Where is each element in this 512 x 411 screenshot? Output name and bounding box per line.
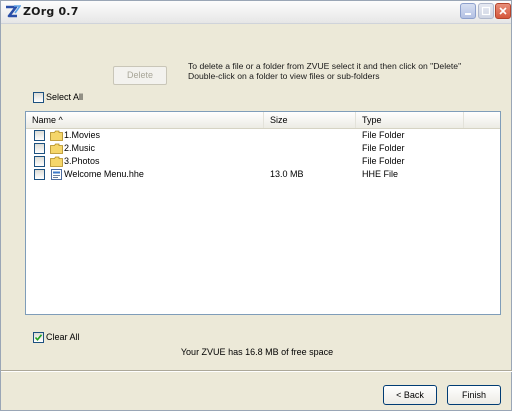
instructions-text: To delete a file or a folder from ZVUE s… xyxy=(188,61,498,81)
row-name: 3.Photos xyxy=(64,156,100,166)
close-button[interactable] xyxy=(495,3,511,19)
row-checkbox[interactable] xyxy=(34,169,45,180)
clear-all-label: Clear All xyxy=(46,332,80,342)
minimize-button[interactable] xyxy=(460,3,476,19)
row-type: File Folder xyxy=(362,143,405,153)
window-title: ZOrg 0.7 xyxy=(23,5,79,18)
row-checkbox[interactable] xyxy=(34,156,45,167)
free-space-status: Your ZVUE has 16.8 MB of free space xyxy=(180,347,334,357)
column-header-name[interactable]: Name ^ xyxy=(26,112,264,128)
row-name: 1.Movies xyxy=(64,130,101,140)
folder-icon xyxy=(50,130,63,141)
folder-icon xyxy=(50,156,63,167)
footer-divider xyxy=(1,370,512,372)
maximize-button[interactable] xyxy=(478,3,494,19)
select-all-label: Select All xyxy=(46,92,84,102)
column-header-size[interactable]: Size xyxy=(264,112,356,128)
select-all-checkbox[interactable] xyxy=(33,92,44,103)
row-checkbox[interactable] xyxy=(34,130,45,141)
folder-icon xyxy=(50,143,63,154)
hhe-file-icon xyxy=(50,169,63,180)
checkmark-icon xyxy=(34,334,43,342)
row-name: Welcome Menu.hhe xyxy=(64,169,144,179)
instructions-line-1: To delete a file or a folder from ZVUE s… xyxy=(188,61,462,71)
list-header: Name ^ Size Type xyxy=(26,112,500,129)
instructions-line-2: Double-click on a folder to view files o… xyxy=(188,71,380,81)
finish-button[interactable]: Finish xyxy=(447,385,501,405)
table-row[interactable]: 1.Movies File Folder xyxy=(26,129,500,142)
row-checkbox[interactable] xyxy=(34,143,45,154)
row-type: File Folder xyxy=(362,156,405,166)
row-name: 2.Music xyxy=(64,143,96,153)
table-row[interactable]: 3.Photos File Folder xyxy=(26,155,500,168)
file-list[interactable]: Name ^ Size Type 1.Movies File Folder 2.… xyxy=(25,111,501,315)
row-size: 13.0 MB xyxy=(270,169,304,179)
title-bar[interactable]: ZOrg 0.7 xyxy=(1,1,511,24)
column-header-type[interactable]: Type xyxy=(356,112,464,128)
row-type: File Folder xyxy=(362,130,405,140)
delete-button[interactable]: Delete xyxy=(113,66,167,85)
back-button[interactable]: < Back xyxy=(383,385,437,405)
table-row[interactable]: 2.Music File Folder xyxy=(26,142,500,155)
table-row[interactable]: Welcome Menu.hhe 13.0 MB HHE File xyxy=(26,168,500,181)
clear-all-checkbox[interactable] xyxy=(33,332,44,343)
zorg-logo-icon xyxy=(5,5,22,19)
row-type: HHE File xyxy=(362,169,399,179)
app-window: ZOrg 0.7 Delete To delete a file or a fo… xyxy=(0,0,512,411)
